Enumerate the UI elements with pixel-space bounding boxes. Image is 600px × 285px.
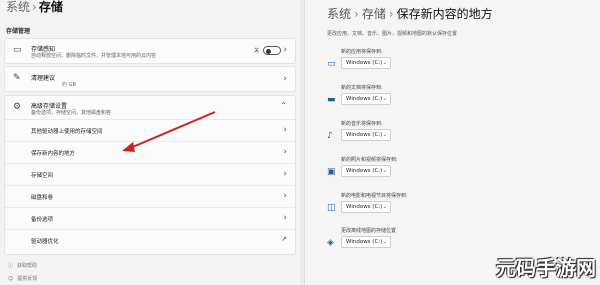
cleanup-card[interactable]: ✎ 清理建议 约 GB › [4,66,296,92]
breadcrumb: 系统 › 存储 [6,0,63,15]
storage-sense-toggle-group: 关 [254,46,281,55]
chevron-right-icon: › [283,169,287,179]
chevron-right-icon: › [283,125,287,135]
advanced-item-storage-spaces[interactable]: 存储空间 › [5,164,295,186]
advanced-item-optimize[interactable]: 驱动器优化 ↗ [5,230,295,252]
storage-sense-card[interactable]: ▭ 存储感知 自动释放空间，删除临时文件，并管理本地可用的云内容 关 › [4,38,296,64]
save-location-select[interactable]: Windows (C:) ⌄ [341,93,391,105]
external-link-icon: ↗ [281,235,287,243]
watermark: 元码手游网 [496,256,596,280]
toggle-knob [266,48,271,54]
advanced-item-label: 其他驱动器上使用的存储空间 [31,129,103,135]
save-group-photos: 新的照片和视频将保存到: ▣ Windows (C:) ⌄ [327,156,587,190]
advanced-item-label: 保存新内容的地方 [31,151,76,157]
advanced-item-other-drives[interactable]: 其他驱动器上使用的存储空间 › [5,120,295,142]
select-value: Windows (C:) [346,96,383,102]
folder-icon: ▬ [327,95,336,105]
help-icon: ⓘ [8,263,14,269]
get-help-label: 获取帮助 [17,263,38,269]
chevron-up-icon: ⌃ [280,101,287,110]
save-location-select[interactable]: Windows (C:) ⌄ [341,236,391,248]
gear-icon: ⚙ [13,102,22,112]
chevron-down-icon: ⌄ [382,132,387,138]
breadcrumb-separator: › [388,7,394,21]
advanced-storage-subtitle: 备份选项，存储空间，其他磁盘和卷 [31,110,112,116]
breadcrumb: 系统 › 存储 › 保存新内容的地方 [327,5,493,22]
chevron-down-icon: ⌄ [382,239,387,245]
select-value: Windows (C:) [346,60,383,66]
advanced-item-backup[interactable]: 备份选项 › [5,208,295,230]
advanced-item-label: 驱动器优化 [31,239,59,245]
save-group-movies: 新的电影和电视节目将保存到: ◫ Windows (C:) ⌄ [327,192,587,226]
feedback-link[interactable]: ☺ 提供反馈 [8,275,38,283]
get-help-link[interactable]: ⓘ 获取帮助 [8,262,37,269]
chevron-down-icon: ⌄ [382,168,387,174]
toggle-state-label: 关 [253,48,259,54]
select-value: Windows (C:) [346,168,383,174]
breadcrumb-system[interactable]: 系统 [327,7,351,21]
chevron-down-icon: ⌄ [382,204,387,210]
save-group-music: 新的音乐将保存到: ♪ Windows (C:) ⌄ [327,120,587,154]
photo-icon: ▣ [327,167,336,177]
select-value: Windows (C:) [346,132,383,138]
chevron-down-icon: ⌄ [382,96,387,102]
storage-sense-toggle[interactable] [263,46,281,55]
save-group-label: 更改离线地图的存储位置 [341,228,397,234]
chevron-right-icon: › [283,147,287,157]
page-description: 更改应用、文档、音乐、图片、视频和地图的默认保存位置 [327,31,458,37]
feedback-label: 提供反馈 [17,276,38,282]
breadcrumb-separator: › [32,0,37,14]
video-icon: ◫ [327,203,336,213]
save-location-select[interactable]: Windows (C:) ⌄ [341,129,391,141]
chevron-right-icon: › [283,191,287,201]
save-group-apps: 新的应用将保存到: ▭ Windows (C:) ⌄ [327,48,587,82]
select-value: Windows (C:) [346,204,383,210]
cleanup-title: 清理建议 [31,75,56,82]
map-icon: ◈ [327,238,334,248]
save-group-documents: 新的文档将保存到: ▬ Windows (C:) ⌄ [327,84,587,118]
advanced-item-label: 存储空间 [31,173,54,179]
cleanup-subtitle: 约 GB [62,82,76,88]
feedback-icon: ☺ [8,275,14,282]
save-location-select[interactable]: Windows (C:) ⌄ [341,57,391,69]
save-group-label: 新的文档将保存到: [341,85,383,91]
broom-icon: ✎ [13,73,21,83]
breadcrumb-current: 保存新内容的地方 [396,7,493,21]
advanced-storage-header[interactable]: ⚙ 高级存储设置 备份选项，存储空间，其他磁盘和卷 ⌃ [5,96,295,120]
disk-icon: ▭ [13,45,22,55]
music-icon: ♪ [327,131,333,141]
save-locations-panel: 系统 › 存储 › 保存新内容的地方 更改应用、文档、音乐、图片、视频和地图的默认保存位… [304,0,600,285]
save-group-label: 新的应用将保存到: [341,49,383,55]
advanced-item-save-locations[interactable]: 保存新内容的地方 › [5,142,295,164]
save-group-label: 新的电影和电视节目将保存到: [341,193,408,199]
save-group-label: 新的照片和视频将保存到: [341,157,398,163]
advanced-item-label: 备份选项 [31,217,54,223]
breadcrumb-current: 存储 [38,0,63,14]
chevron-right-icon: › [283,45,287,55]
breadcrumb-storage[interactable]: 存储 [362,7,386,21]
section-label: 存储管理 [6,28,31,35]
chevron-right-icon: › [283,213,287,223]
save-location-select[interactable]: Windows (C:) ⌄ [341,165,391,177]
breadcrumb-separator: › [354,7,359,21]
chevron-down-icon: ⌄ [382,60,387,66]
breadcrumb-parent[interactable]: 系统 [6,0,30,14]
advanced-storage-card: ⚙ 高级存储设置 备份选项，存储空间，其他磁盘和卷 ⌃ 其他驱动器上使用的存储空… [4,95,296,255]
save-group-label: 新的音乐将保存到: [341,121,383,127]
storage-sense-subtitle: 自动释放空间，删除临时文件，并管理本地可用的云内容 [31,53,157,59]
advanced-item-label: 磁盘和卷 [31,195,54,201]
advanced-item-disks-volumes[interactable]: 磁盘和卷 › [5,186,295,208]
select-value: Windows (C:) [346,239,383,245]
monitor-icon: ▭ [327,59,336,69]
storage-settings-panel: 系统 › 存储 存储管理 ▭ 存储感知 自动释放空间，删除临时文件，并管理本地可用的… [0,0,300,285]
chevron-right-icon: › [283,74,287,84]
save-location-select[interactable]: Windows (C:) ⌄ [341,201,391,213]
